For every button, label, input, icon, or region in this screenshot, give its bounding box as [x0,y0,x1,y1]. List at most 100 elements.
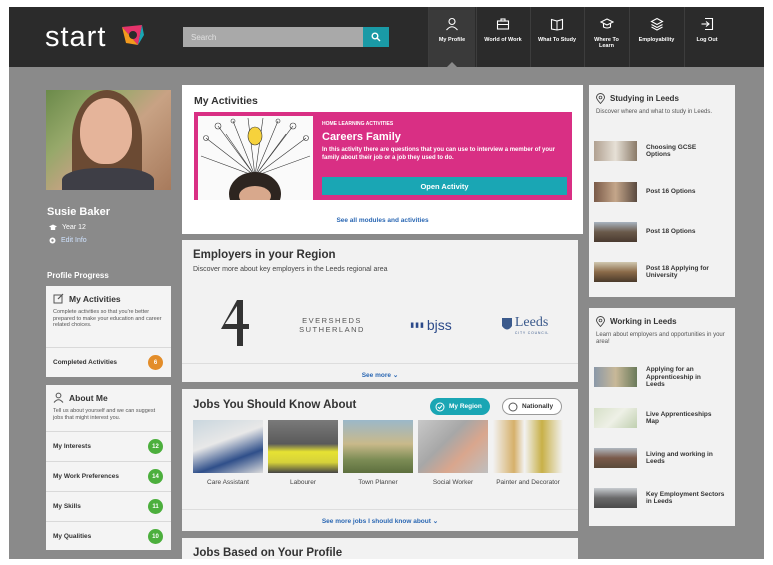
open-activity-button[interactable]: Open Activity [322,177,567,195]
graduation-cap-icon [49,224,57,230]
job-card-labourer[interactable]: Labourer [268,420,338,487]
edit-info-text: Edit Info [61,237,87,244]
nav-log-out[interactable]: Log Out [684,7,729,67]
row-label: My Qualities [53,533,92,540]
work-item-sectors[interactable]: Key Employment Sectors in Leeds [594,488,728,508]
row-label: My Skills [53,503,81,510]
nav-label: Log Out [696,37,718,43]
job-label: Labourer [289,479,317,486]
graduation-cap-icon [599,18,614,29]
chevron-down-icon: ⌄ [392,372,399,379]
leeds-logo[interactable]: Leeds CITY COUNCIL [490,312,560,338]
work-item-apprenticeship[interactable]: Applying for an Apprenticeship in Leeds [594,366,716,389]
card-desc: Complete activities so that you're bette… [53,309,162,328]
item-thumb [594,448,637,468]
study-item-university[interactable]: Post 18 Applying for University [594,262,728,282]
panel-title: Employers in your Region [193,249,336,261]
search-input[interactable] [183,27,363,47]
my-activities-card[interactable]: My Activities Complete activities so tha… [46,286,171,377]
item-thumb [594,182,637,202]
study-item-post18[interactable]: Post 18 Options [594,222,726,242]
activity-banner: HOME LEARNING ACTIVITIES Careers Family … [194,112,572,200]
nav-label: Where To Learn [594,37,619,49]
nav-where-to-learn[interactable]: Where To Learn [584,7,628,67]
panel-header: Studying in Leeds [596,93,729,104]
my-work-preferences-row[interactable]: My Work Preferences 14 [46,461,171,491]
work-item-living[interactable]: Living and working in Leeds [594,448,728,468]
location-pin-icon [596,93,605,104]
employers-see-more-link[interactable]: See more ⌄ [182,371,578,379]
panel-desc: Discover where and what to study in Leed… [596,109,713,115]
profile-name: Susie Baker [47,206,110,218]
my-activities-panel: My Activities HOME LEARNING ACTIVITIES C… [182,85,583,234]
count-badge: 14 [148,469,163,484]
logo[interactable]: start [45,21,106,54]
channel4-logo[interactable]: 4 [215,298,255,348]
item-thumb [594,222,637,242]
layers-icon [649,17,664,31]
nav-label: World of Work [484,37,522,43]
nav-my-profile[interactable]: My Profile [428,7,475,67]
card-header: About Me [53,392,164,403]
study-item-gcse[interactable]: Choosing GCSE Options [594,141,706,161]
edit-icon [53,293,64,304]
nav-world-of-work[interactable]: World of Work [476,7,529,67]
jobs-see-more-link[interactable]: See more jobs I should know about ⌄ [182,517,578,525]
item-thumb [594,488,637,508]
job-image [193,420,263,473]
work-item-map[interactable]: Live Apprenticeships Map [594,408,726,428]
eversheds-logo[interactable]: EVERSHEDS SUTHERLAND [292,315,372,335]
study-item-post16[interactable]: Post 16 Options [594,182,726,202]
profile-year-text: Year 12 [62,224,86,231]
nav-label: Employability [638,37,675,43]
bjss-logo[interactable]: ▮▮▮ bjss [406,316,456,334]
item-thumb [594,408,637,428]
job-image [418,420,488,473]
top-nav: start My Profile [9,7,764,67]
job-card-care-assistant[interactable]: Care Assistant [193,420,263,487]
filter-nationally[interactable]: Nationally [502,398,563,415]
see-all-activities-link[interactable]: See all modules and activities [182,217,583,224]
row-label: Completed Activities [53,359,118,366]
job-image [268,420,338,473]
count-badge: 6 [148,355,163,370]
profile-photo [46,90,171,190]
activity-desc: In this activity there are questions tha… [322,147,556,161]
card-header: My Activities [53,293,164,304]
job-card-town-planner[interactable]: Town Planner [343,420,413,487]
my-qualities-row[interactable]: My Qualities 10 [46,521,171,551]
search-button[interactable] [363,27,389,47]
panel-header: Working in Leeds [596,316,729,327]
panel-title: My Activities [194,95,258,107]
my-skills-row[interactable]: My Skills 11 [46,491,171,521]
nav-what-to-study[interactable]: What To Study [530,7,583,67]
edit-info-link[interactable]: Edit Info [49,237,87,244]
nav-label: My Profile [438,37,466,43]
card-desc: Tell us about yourself and we can sugges… [53,408,156,421]
job-card-social-worker[interactable]: Social Worker [418,420,488,487]
app-frame: start My Profile [9,7,764,559]
filter-my-region[interactable]: My Region [430,398,490,415]
logout-icon [701,17,714,31]
item-thumb [594,141,637,161]
item-thumb [594,262,637,282]
my-interests-row[interactable]: My Interests 12 [46,431,171,461]
about-me-card[interactable]: About Me Tell us about yourself and we c… [46,385,171,550]
card-title: My Activities [69,293,121,304]
count-badge: 10 [148,529,163,544]
job-label: Care Assistant [207,479,249,486]
completed-activities-row[interactable]: Completed Activities 6 [46,347,171,377]
chevron-down-icon: ⌄ [432,518,439,525]
job-card-painter-decorator[interactable]: Painter and Decorator [493,420,563,487]
row-label: My Interests [53,443,91,450]
nav-employability[interactable]: Employability [629,7,683,67]
panel-title: Jobs Based on Your Profile [193,547,343,559]
briefcase-icon [496,18,510,30]
activity-subtitle: HOME LEARNING ACTIVITIES [322,121,394,127]
person-icon [53,392,64,403]
profile-progress-title: Profile Progress [47,271,109,280]
count-badge: 11 [148,499,163,514]
nav-label: What To Study [537,37,577,43]
card-title: About Me [69,392,108,403]
check-circle-icon [435,402,445,411]
